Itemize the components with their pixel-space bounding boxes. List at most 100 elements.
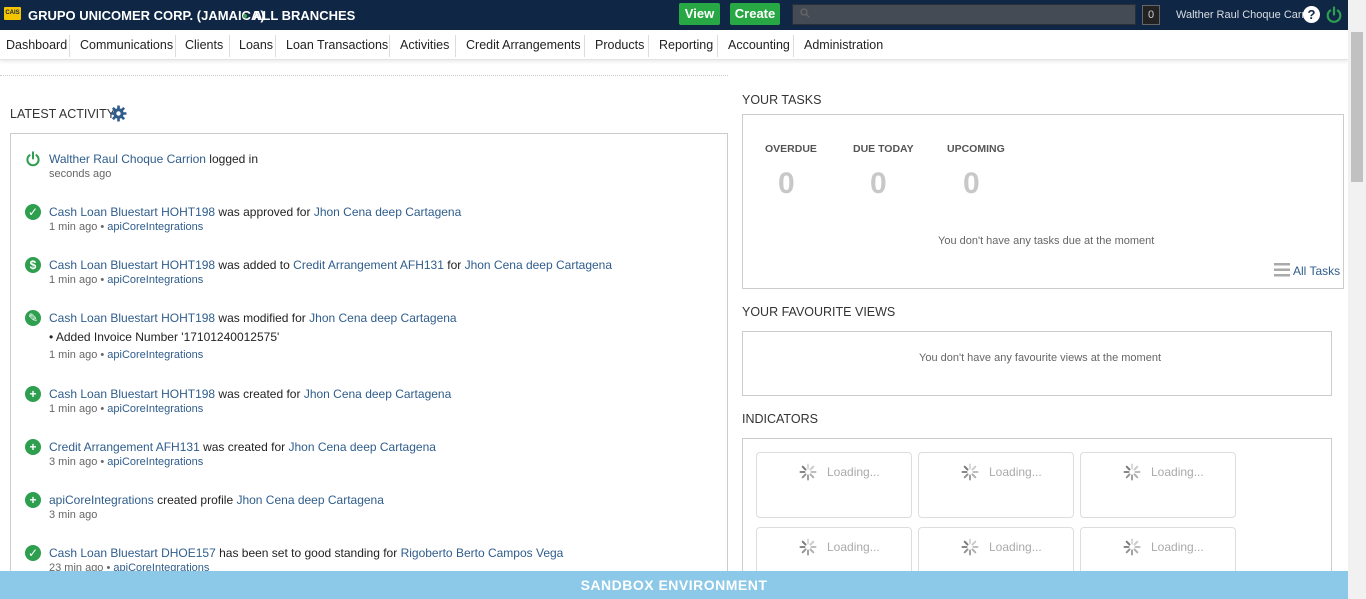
- loading-label: Loading...: [989, 465, 1042, 479]
- activity-description: Cash Loan Bluestart HOHT198 was approved…: [49, 205, 462, 219]
- activity-description: Cash Loan Bluestart HOHT198 was modified…: [49, 311, 457, 325]
- activity-description: apiCoreIntegrations created profile Jhon…: [49, 493, 384, 507]
- nav-clients[interactable]: Clients: [185, 38, 223, 52]
- activity-user-link[interactable]: apiCoreIntegrations: [107, 456, 203, 468]
- loading-label: Loading...: [827, 540, 880, 554]
- check-icon: ✓: [25, 204, 41, 220]
- activity-user-link[interactable]: apiCoreIntegrations: [107, 403, 203, 415]
- activity-link[interactable]: Cash Loan Bluestart HOHT198: [49, 387, 215, 401]
- nav-administration[interactable]: Administration: [804, 38, 883, 52]
- activity-meta: 3 min ago • apiCoreIntegrations: [49, 456, 204, 468]
- activity-link[interactable]: Walther Raul Choque Carrion: [49, 152, 206, 166]
- tasks-panel: [742, 114, 1344, 289]
- activity-user-link[interactable]: apiCoreIntegrations: [107, 221, 203, 233]
- organization-name[interactable]: GRUPO UNICOMER CORP. (JAMAICA): [28, 8, 265, 23]
- favourite-views-title: YOUR FAVOURITE VIEWS: [742, 305, 896, 319]
- your-tasks-title: YOUR TASKS: [742, 93, 822, 107]
- activity-link[interactable]: apiCoreIntegrations: [49, 493, 154, 507]
- indicator-card[interactable]: [756, 452, 912, 518]
- plus-icon: +: [25, 386, 41, 402]
- loading-spinner-icon: [1123, 538, 1141, 556]
- activity-link[interactable]: Jhon Cena deep Cartagena: [465, 258, 612, 272]
- activity-detail: • Added Invoice Number '17101240012575': [49, 330, 280, 344]
- nav-accounting[interactable]: Accounting: [728, 38, 790, 52]
- nav-activities[interactable]: Activities: [400, 38, 449, 52]
- gear-icon[interactable]: [110, 105, 127, 122]
- plus-icon: +: [25, 439, 41, 455]
- latest-activity-title: LATEST ACTIVITY: [10, 107, 116, 121]
- dollar-icon: $: [25, 257, 41, 273]
- activity-link[interactable]: Cash Loan Bluestart HOHT198: [49, 205, 215, 219]
- activity-link[interactable]: Cash Loan Bluestart HOHT198: [49, 258, 215, 272]
- user-name[interactable]: Walther Raul Choque Carrion: [1176, 9, 1320, 21]
- loading-spinner-icon: [1123, 463, 1141, 481]
- activity-description: Walther Raul Choque Carrion logged in: [49, 152, 259, 166]
- activity-description: Cash Loan Bluestart DHOE157 has been set…: [49, 546, 564, 560]
- scrollbar-thumb[interactable]: [1351, 32, 1363, 182]
- indicator-card[interactable]: [918, 452, 1074, 518]
- due-today-label: DUE TODAY: [853, 143, 914, 155]
- loading-label: Loading...: [827, 465, 880, 479]
- activity-meta: 1 min ago • apiCoreIntegrations: [49, 403, 204, 415]
- activity-link[interactable]: Jhon Cena deep Cartagena: [236, 493, 383, 507]
- nav-loan-transactions[interactable]: Loan Transactions: [286, 38, 388, 52]
- due-today-count[interactable]: 0: [870, 167, 887, 201]
- indicator-card[interactable]: [1080, 452, 1236, 518]
- overdue-label: OVERDUE: [765, 143, 817, 155]
- activity-meta: 1 min ago • apiCoreIntegrations: [49, 349, 204, 361]
- activity-meta: 1 min ago • apiCoreIntegrations: [49, 274, 204, 286]
- activity-description: Credit Arrangement AFH131 was created fo…: [49, 440, 436, 454]
- upcoming-count[interactable]: 0: [963, 167, 980, 201]
- activity-link[interactable]: Credit Arrangement AFH131: [49, 440, 200, 454]
- create-button[interactable]: Create: [730, 3, 780, 25]
- branch-selector[interactable]: ALL BRANCHES: [253, 8, 355, 23]
- activity-user-link[interactable]: apiCoreIntegrations: [107, 274, 203, 286]
- brand-logo[interactable]: CAIS: [4, 7, 21, 20]
- all-tasks-link[interactable]: All Tasks: [1293, 264, 1340, 278]
- help-icon[interactable]: ?: [1303, 6, 1320, 23]
- loading-spinner-icon: [961, 463, 979, 481]
- power-icon: [26, 151, 40, 167]
- activity-description: Cash Loan Bluestart HOHT198 was created …: [49, 387, 452, 401]
- activity-meta: 3 min ago: [49, 509, 98, 521]
- search-input[interactable]: [792, 4, 1136, 25]
- list-icon[interactable]: [1274, 263, 1290, 277]
- activity-link[interactable]: Rigoberto Berto Campos Vega: [401, 546, 564, 560]
- loading-label: Loading...: [1151, 465, 1204, 479]
- loading-spinner-icon: [799, 538, 817, 556]
- nav-loans[interactable]: Loans: [239, 38, 273, 52]
- loading-label: Loading...: [989, 540, 1042, 554]
- loading-spinner-icon: [799, 463, 817, 481]
- view-button[interactable]: View: [679, 3, 720, 25]
- activity-description: Cash Loan Bluestart HOHT198 was added to…: [49, 258, 613, 272]
- nav-dashboard[interactable]: Dashboard: [6, 38, 67, 52]
- divider: [0, 75, 728, 76]
- activity-link[interactable]: Jhon Cena deep Cartagena: [288, 440, 435, 454]
- no-favourites-message: You don't have any favourite views at th…: [919, 352, 1162, 364]
- activity-link[interactable]: Jhon Cena deep Cartagena: [304, 387, 451, 401]
- overdue-count[interactable]: 0: [778, 167, 795, 201]
- branch-status-dot: [243, 14, 247, 18]
- sandbox-environment-banner: SANDBOX ENVIRONMENT: [0, 571, 1348, 599]
- search-icon: [800, 8, 810, 18]
- nav-credit-arrangements[interactable]: Credit Arrangements: [466, 38, 581, 52]
- activity-link[interactable]: Jhon Cena deep Cartagena: [309, 311, 456, 325]
- plus-icon: +: [25, 492, 41, 508]
- activity-link[interactable]: Credit Arrangement AFH131: [293, 258, 444, 272]
- main-navigation: Dashboard Communications Clients Loans L…: [0, 30, 1348, 60]
- activity-user-link[interactable]: apiCoreIntegrations: [107, 349, 203, 361]
- nav-communications[interactable]: Communications: [80, 38, 173, 52]
- activity-link[interactable]: Cash Loan Bluestart DHOE157: [49, 546, 216, 560]
- upcoming-label: UPCOMING: [947, 143, 1005, 155]
- pencil-icon: ✎: [25, 310, 41, 326]
- loading-spinner-icon: [961, 538, 979, 556]
- indicators-title: INDICATORS: [742, 412, 818, 426]
- check-icon: ✓: [25, 545, 41, 561]
- no-tasks-message: You don't have any tasks due at the mome…: [938, 235, 1155, 247]
- activity-link[interactable]: Cash Loan Bluestart HOHT198: [49, 311, 215, 325]
- activity-link[interactable]: Jhon Cena deep Cartagena: [314, 205, 461, 219]
- search-counter: 0: [1142, 5, 1160, 25]
- logout-power-icon[interactable]: [1325, 6, 1343, 24]
- nav-products[interactable]: Products: [595, 38, 644, 52]
- nav-reporting[interactable]: Reporting: [659, 38, 713, 52]
